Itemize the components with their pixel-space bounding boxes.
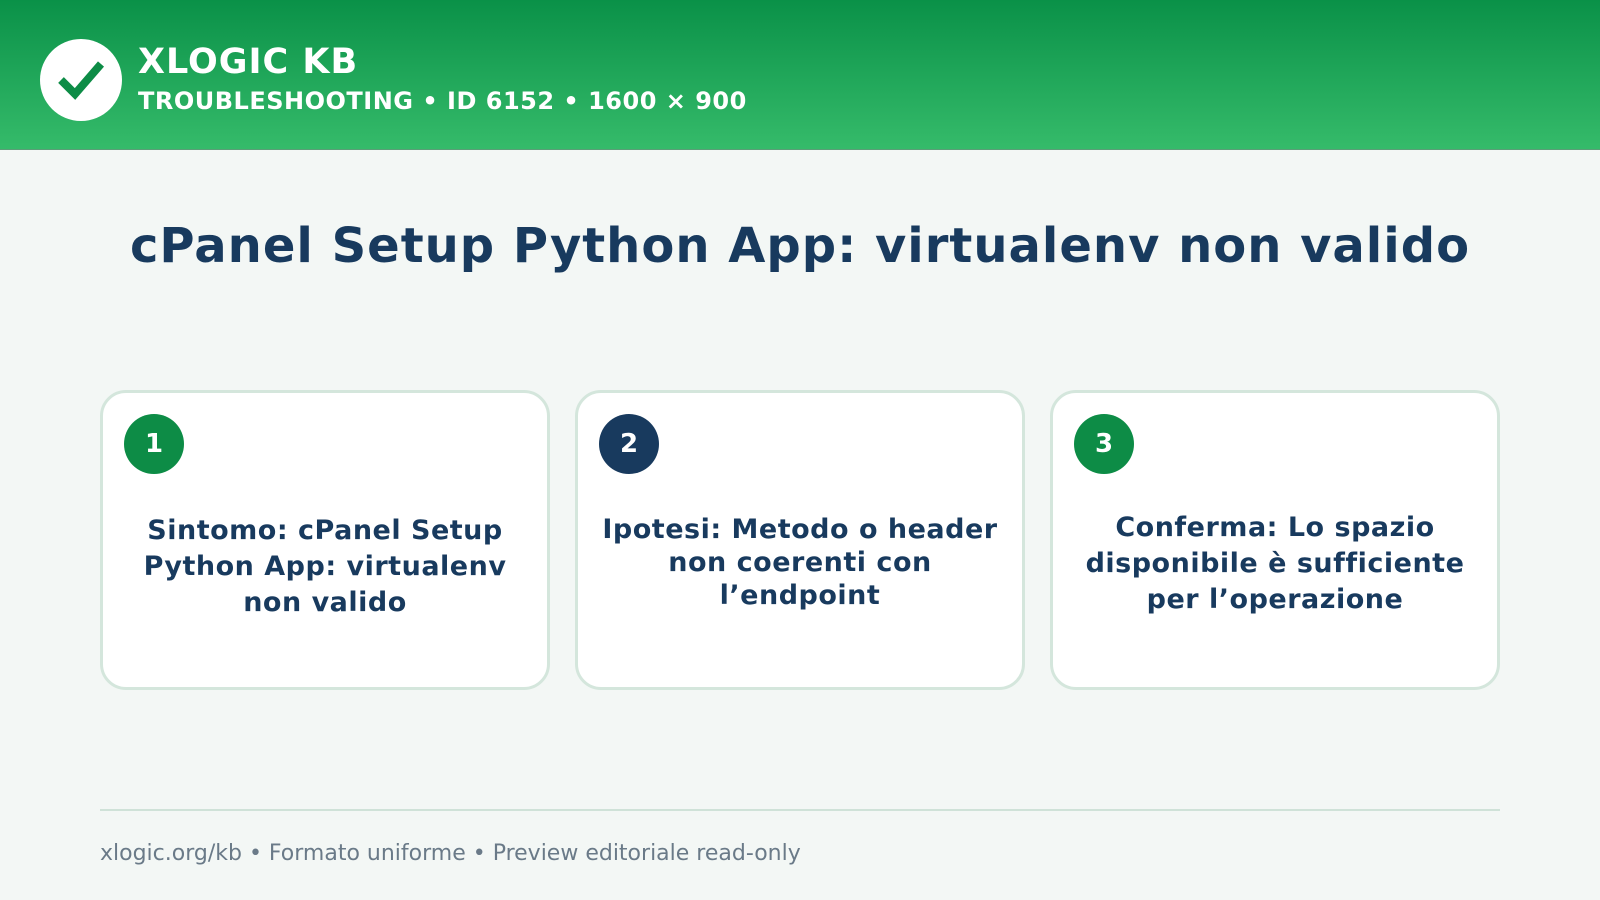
step-card-text: Conferma: Lo spazio disponibile è suffic…	[1085, 512, 1465, 615]
header-subtitle: TROUBLESHOOTING • ID 6152 • 1600 × 900	[138, 87, 747, 115]
logo	[40, 39, 122, 121]
step-number-badge: 3	[1074, 414, 1134, 474]
step-card-3: 3 Conferma: Lo spazio disponibile è suff…	[1050, 390, 1500, 690]
page-title: cPanel Setup Python App: virtualenv non …	[129, 218, 1471, 274]
step-card-text: Sintomo: cPanel Setup Python App: virtua…	[143, 515, 507, 618]
brand-name: XLOGIC KB	[138, 42, 359, 82]
step-cards: 1 Sintomo: cPanel Setup Python App: virt…	[100, 390, 1500, 690]
footer-text: xlogic.org/kb • Formato uniforme • Previ…	[100, 841, 801, 866]
step-card-text: Ipotesi: Metodo o header non coerenti co…	[602, 514, 998, 611]
step-card-1: 1 Sintomo: cPanel Setup Python App: virt…	[100, 390, 550, 690]
step-card-2: 2 Ipotesi: Metodo o header non coerenti …	[575, 390, 1025, 690]
step-number-badge: 2	[599, 414, 659, 474]
header-bar: XLOGIC KB TROUBLESHOOTING • ID 6152 • 16…	[0, 0, 1600, 150]
footer-divider	[100, 809, 1500, 811]
checkmark-icon	[58, 61, 105, 100]
step-number-badge: 1	[124, 414, 184, 474]
